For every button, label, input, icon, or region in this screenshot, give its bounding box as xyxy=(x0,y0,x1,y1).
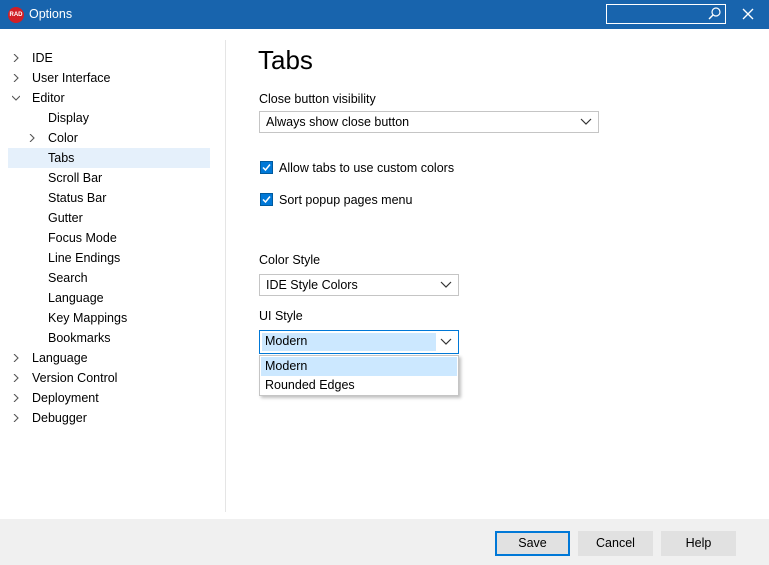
tree-item-editor[interactable]: Editor xyxy=(8,88,210,108)
close-button-visibility-label: Close button visibility xyxy=(259,92,376,106)
tree-item-label: User Interface xyxy=(32,71,111,85)
dropdown-option-modern[interactable]: Modern xyxy=(261,357,457,376)
tree-item-deployment[interactable]: Deployment xyxy=(8,388,210,408)
options-tree: IDE User Interface Editor Display Color … xyxy=(0,40,226,515)
tree-item-label: Status Bar xyxy=(48,191,107,205)
chevron-right-icon[interactable] xyxy=(12,354,20,362)
ui-style-select[interactable]: Modern xyxy=(259,330,459,354)
dropdown-option-rounded-edges[interactable]: Rounded Edges xyxy=(261,376,457,395)
tree-item-scroll-bar[interactable]: Scroll Bar xyxy=(8,168,210,188)
page-title: Tabs xyxy=(258,45,313,75)
tree-item-label: IDE xyxy=(32,51,53,65)
allow-custom-colors-checkbox[interactable] xyxy=(260,161,273,174)
tree-item-debugger[interactable]: Debugger xyxy=(8,408,210,428)
option-label: Modern xyxy=(265,359,308,373)
tree-item-user-interface[interactable]: User Interface xyxy=(8,68,210,88)
tree-item-key-mappings[interactable]: Key Mappings xyxy=(8,308,210,328)
chevron-right-icon[interactable] xyxy=(12,394,20,402)
tree-item-label: Bookmarks xyxy=(48,331,111,345)
ui-style-label: UI Style xyxy=(259,309,303,323)
tree-item-label: Key Mappings xyxy=(48,311,128,325)
tree-item-focus-mode[interactable]: Focus Mode xyxy=(8,228,210,248)
chevron-right-icon[interactable] xyxy=(12,74,20,82)
cancel-button[interactable]: Cancel xyxy=(578,531,653,556)
color-style-select[interactable]: IDE Style Colors xyxy=(259,274,459,296)
chevron-down-icon xyxy=(440,281,452,288)
chevron-down-icon[interactable] xyxy=(12,94,20,102)
ui-style-dropdown-list: Modern Rounded Edges xyxy=(259,355,459,396)
tree-item-label: Display xyxy=(48,111,89,125)
chevron-right-icon[interactable] xyxy=(12,374,20,382)
select-value: Always show close button xyxy=(266,115,410,129)
tree-item-color[interactable]: Color xyxy=(8,128,210,148)
select-value: IDE Style Colors xyxy=(266,278,358,292)
tree-item-label: Tabs xyxy=(48,151,75,165)
option-label: Rounded Edges xyxy=(265,378,355,392)
tree-item-label: Focus Mode xyxy=(48,231,117,245)
tree-item-label: Deployment xyxy=(32,391,99,405)
chevron-right-icon[interactable] xyxy=(28,134,36,142)
tree-item-label: Language xyxy=(32,351,88,365)
tree-item-label: Debugger xyxy=(32,411,87,425)
color-style-label: Color Style xyxy=(259,253,321,267)
chevron-down-icon[interactable] xyxy=(440,338,452,346)
tree-item-version-control[interactable]: Version Control xyxy=(8,368,210,388)
tree-item-line-endings[interactable]: Line Endings xyxy=(8,248,210,268)
tree-item-label: Line Endings xyxy=(48,251,121,265)
tree-item-label: Language xyxy=(48,291,104,305)
app-icon: RAD xyxy=(8,7,24,23)
tree-item-search[interactable]: Search xyxy=(8,268,210,288)
tree-item-label: Color xyxy=(48,131,78,145)
sort-popup-pages-label[interactable]: Sort popup pages menu xyxy=(279,193,412,207)
tree-item-bookmarks[interactable]: Bookmarks xyxy=(8,328,210,348)
tree-item-ide[interactable]: IDE xyxy=(8,48,210,68)
window-title: Options xyxy=(29,7,73,21)
select-separator xyxy=(437,332,438,352)
tree-item-label: Version Control xyxy=(32,371,118,385)
tree-item-display[interactable]: Display xyxy=(8,108,210,128)
footer-bar xyxy=(0,519,769,565)
tree-item-label: Gutter xyxy=(48,211,83,225)
search-icon xyxy=(708,7,721,20)
search-input[interactable] xyxy=(606,4,726,24)
close-icon[interactable] xyxy=(740,6,756,22)
title-bar: RAD Options xyxy=(0,0,769,29)
tree-item-label: Scroll Bar xyxy=(48,171,103,185)
tree-item-tabs[interactable]: Tabs xyxy=(8,148,210,168)
tree-item-editor-language[interactable]: Language xyxy=(8,288,210,308)
chevron-down-icon xyxy=(580,118,592,125)
close-button-visibility-select[interactable]: Always show close button xyxy=(259,111,599,133)
pane-divider xyxy=(225,40,226,512)
allow-custom-colors-label[interactable]: Allow tabs to use custom colors xyxy=(279,161,454,175)
select-value: Modern xyxy=(265,334,308,348)
tree-item-label: Search xyxy=(48,271,88,285)
checkmark-icon xyxy=(262,164,271,172)
tree-item-label: Editor xyxy=(32,91,65,105)
chevron-right-icon[interactable] xyxy=(12,54,20,62)
tree-item-gutter[interactable]: Gutter xyxy=(8,208,210,228)
chevron-right-icon[interactable] xyxy=(12,414,20,422)
save-button[interactable]: Save xyxy=(495,531,570,556)
tree-item-language[interactable]: Language xyxy=(8,348,210,368)
checkmark-icon xyxy=(262,196,271,204)
help-button[interactable]: Help xyxy=(661,531,736,556)
tree-item-status-bar[interactable]: Status Bar xyxy=(8,188,210,208)
sort-popup-pages-checkbox[interactable] xyxy=(260,193,273,206)
